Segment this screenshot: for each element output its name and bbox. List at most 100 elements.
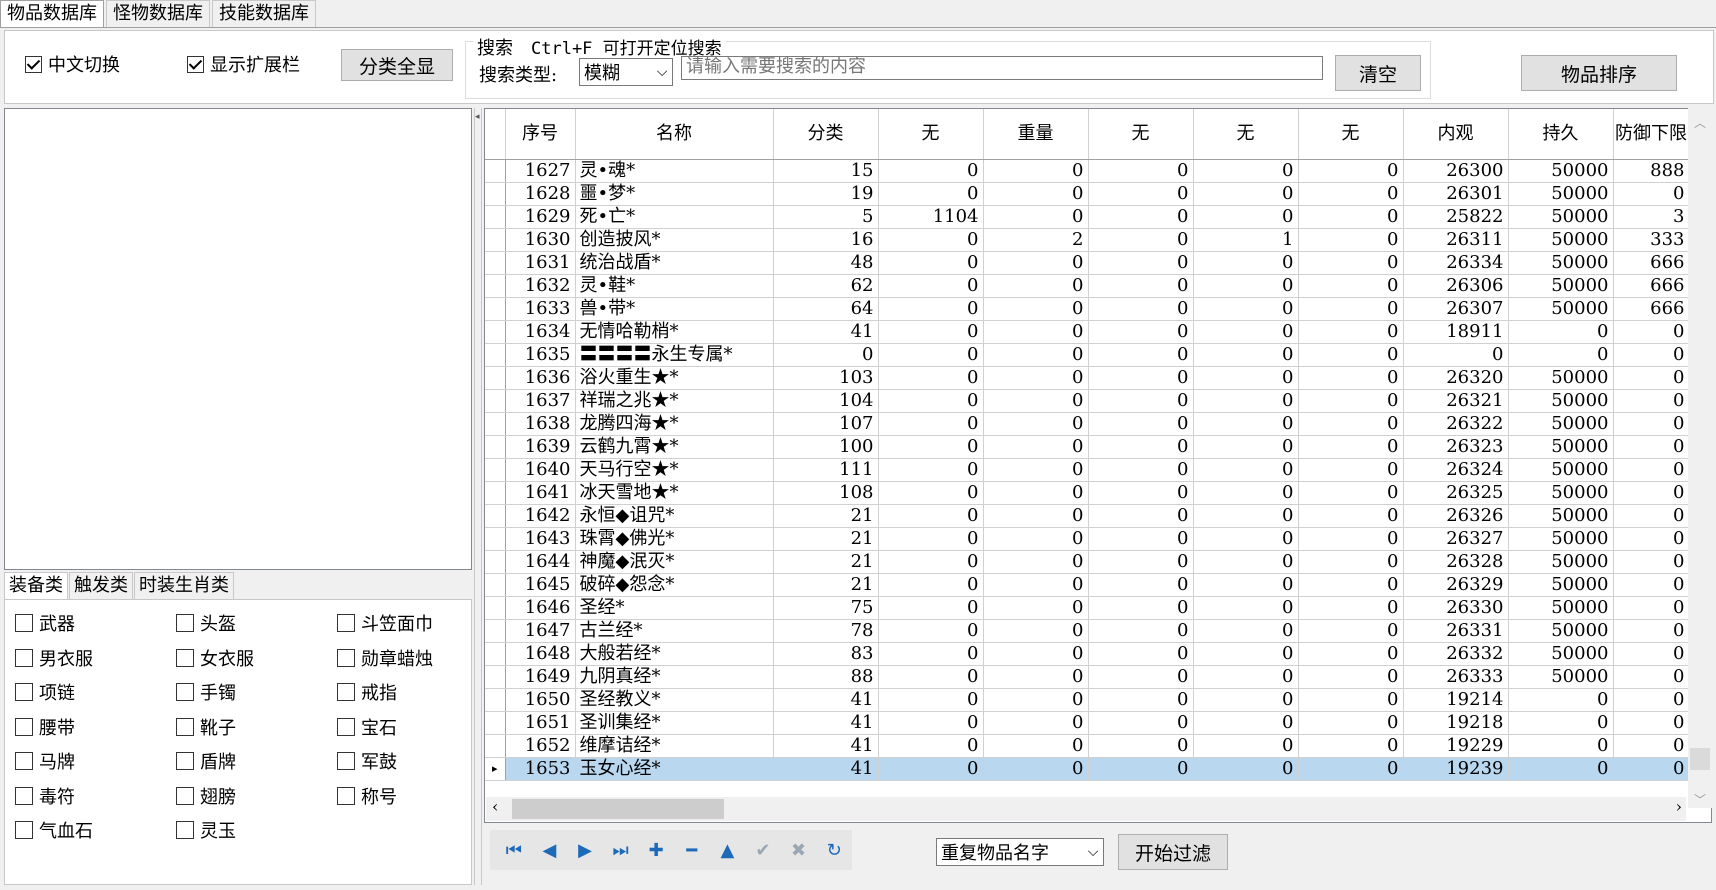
table-cell[interactable]: 26327	[1403, 527, 1509, 551]
table-cell[interactable]: 26321	[1403, 389, 1509, 413]
table-row[interactable]: 1640 天马行空★* 111 0 0 0 0 0 26324 50000 0	[485, 458, 1690, 482]
table-cell[interactable]: 0	[1613, 757, 1690, 781]
table-cell[interactable]: 1630	[505, 228, 576, 252]
table-cell[interactable]: 1631	[505, 251, 576, 275]
row-indicator[interactable]	[485, 389, 506, 413]
row-indicator[interactable]	[485, 182, 506, 206]
table-cell[interactable]: 1647	[505, 619, 576, 643]
table-cell[interactable]: 50000	[1508, 159, 1614, 183]
table-cell[interactable]: 0	[983, 734, 1089, 758]
table-cell[interactable]: 0	[878, 435, 984, 459]
table-cell[interactable]: 0	[1193, 734, 1299, 758]
table-cell[interactable]: 圣训集经*	[575, 711, 774, 735]
table-cell[interactable]: 0	[983, 389, 1089, 413]
table-row[interactable]: 1628 噩•梦* 19 0 0 0 0 0 26301 50000 0	[485, 182, 1690, 206]
table-cell[interactable]: 古兰经*	[575, 619, 774, 643]
table-cell[interactable]: 50000	[1508, 619, 1614, 643]
delete-icon[interactable]: ━	[674, 835, 710, 865]
table-cell[interactable]: 333	[1613, 228, 1690, 252]
table-cell[interactable]: 108	[773, 481, 879, 505]
table-cell[interactable]: 50000	[1508, 389, 1614, 413]
table-cell[interactable]: 冰天雪地★*	[575, 481, 774, 505]
table-cell[interactable]: 50000	[1508, 412, 1614, 436]
table-cell[interactable]: 0	[878, 228, 984, 252]
category-checkbox[interactable]: 武器	[15, 610, 75, 636]
table-cell[interactable]: 19229	[1403, 734, 1509, 758]
edit-icon[interactable]: ▲	[710, 835, 746, 865]
table-cell[interactable]: 19218	[1403, 711, 1509, 735]
column-header[interactable]: 无	[878, 109, 984, 160]
table-cell[interactable]: 1651	[505, 711, 576, 735]
table-cell[interactable]: 无情哈勒梢*	[575, 320, 774, 344]
row-indicator[interactable]	[485, 274, 506, 298]
table-cell[interactable]: 0	[1508, 320, 1614, 344]
row-indicator[interactable]	[485, 412, 506, 436]
table-cell[interactable]: 0	[1298, 665, 1404, 689]
category-checkbox[interactable]: 斗笠面巾	[337, 610, 433, 636]
scroll-thumb[interactable]	[1690, 748, 1710, 770]
category-checkbox[interactable]: 手镯	[176, 679, 236, 705]
table-cell[interactable]: 创造披风*	[575, 228, 774, 252]
table-cell[interactable]: 0	[1613, 504, 1690, 528]
table-cell[interactable]: 1	[1193, 228, 1299, 252]
table-row[interactable]: 1645 破碎◆怨念* 21 0 0 0 0 0 26329 50000 0	[485, 573, 1690, 597]
scroll-up-icon[interactable]: ︿	[1688, 114, 1712, 131]
table-cell[interactable]: 0	[1088, 320, 1194, 344]
table-cell[interactable]: 50000	[1508, 366, 1614, 390]
table-cell[interactable]: 26331	[1403, 619, 1509, 643]
table-cell[interactable]: 26332	[1403, 642, 1509, 666]
table-cell[interactable]: 1634	[505, 320, 576, 344]
table-cell[interactable]: 0	[1298, 711, 1404, 735]
table-cell[interactable]: 0	[1298, 596, 1404, 620]
table-cell[interactable]: 0	[1193, 642, 1299, 666]
table-cell[interactable]: 大般若经*	[575, 642, 774, 666]
prev-icon[interactable]: ◀	[532, 835, 568, 865]
table-cell[interactable]: 0	[983, 619, 1089, 643]
table-cell[interactable]: 0	[878, 251, 984, 275]
table-cell[interactable]: 0	[1298, 458, 1404, 482]
table-cell[interactable]: 0	[1298, 297, 1404, 321]
column-header[interactable]: 无	[1298, 109, 1404, 160]
table-cell[interactable]: 0	[1193, 320, 1299, 344]
table-cell[interactable]: 0	[1088, 711, 1194, 735]
table-cell[interactable]: 21	[773, 504, 879, 528]
panel-splitter[interactable]: ◂	[474, 108, 482, 885]
filter-type-select[interactable]: 重复物品名字 ⌵	[936, 838, 1104, 866]
show-all-categories-button[interactable]: 分类全显	[341, 49, 453, 81]
table-cell[interactable]: 16	[773, 228, 879, 252]
table-cell[interactable]: 0	[1613, 412, 1690, 436]
table-cell[interactable]: 50000	[1508, 665, 1614, 689]
row-indicator[interactable]	[485, 619, 506, 643]
table-cell[interactable]: 0	[1193, 389, 1299, 413]
table-cell[interactable]: 统治战盾*	[575, 251, 774, 275]
tab-trigger[interactable]: 触发类	[69, 572, 133, 599]
first-icon[interactable]: ⏮	[496, 835, 532, 865]
table-cell[interactable]: 0	[983, 366, 1089, 390]
table-cell[interactable]: 0	[1088, 619, 1194, 643]
table-row[interactable]: 1633 兽•带* 64 0 0 0 0 0 26307 50000 666	[485, 297, 1690, 321]
table-cell[interactable]: 维摩诘经*	[575, 734, 774, 758]
table-row[interactable]: 1650 圣经教义* 41 0 0 0 0 0 19214 0 0	[485, 688, 1690, 712]
table-cell[interactable]: 0	[1613, 481, 1690, 505]
table-cell[interactable]: 19214	[1403, 688, 1509, 712]
table-cell[interactable]: 0	[1298, 159, 1404, 183]
table-row[interactable]: 1630 创造披风* 16 0 2 0 1 0 26311 50000 333	[485, 228, 1690, 252]
table-cell[interactable]: 0	[1613, 366, 1690, 390]
column-header[interactable]: 无	[1088, 109, 1194, 160]
table-cell[interactable]: 0	[1088, 343, 1194, 367]
table-cell[interactable]: 41	[773, 757, 879, 781]
category-checkbox[interactable]: 项链	[15, 679, 75, 705]
table-cell[interactable]: 41	[773, 711, 879, 735]
table-cell[interactable]: 0	[1193, 527, 1299, 551]
category-checkbox[interactable]: 盾牌	[176, 748, 236, 774]
tab-equipment[interactable]: 装备类	[4, 572, 68, 599]
table-cell[interactable]: 1652	[505, 734, 576, 758]
table-cell[interactable]: 0	[1613, 550, 1690, 574]
table-cell[interactable]: 0	[878, 182, 984, 206]
table-cell[interactable]: 26307	[1403, 297, 1509, 321]
table-cell[interactable]: 15	[773, 159, 879, 183]
cn-toggle-checkbox[interactable]: 中文切换	[25, 51, 120, 77]
table-cell[interactable]: 107	[773, 412, 879, 436]
table-cell[interactable]: 0	[983, 274, 1089, 298]
table-cell[interactable]: 〓〓〓〓永生专属*	[575, 343, 774, 367]
